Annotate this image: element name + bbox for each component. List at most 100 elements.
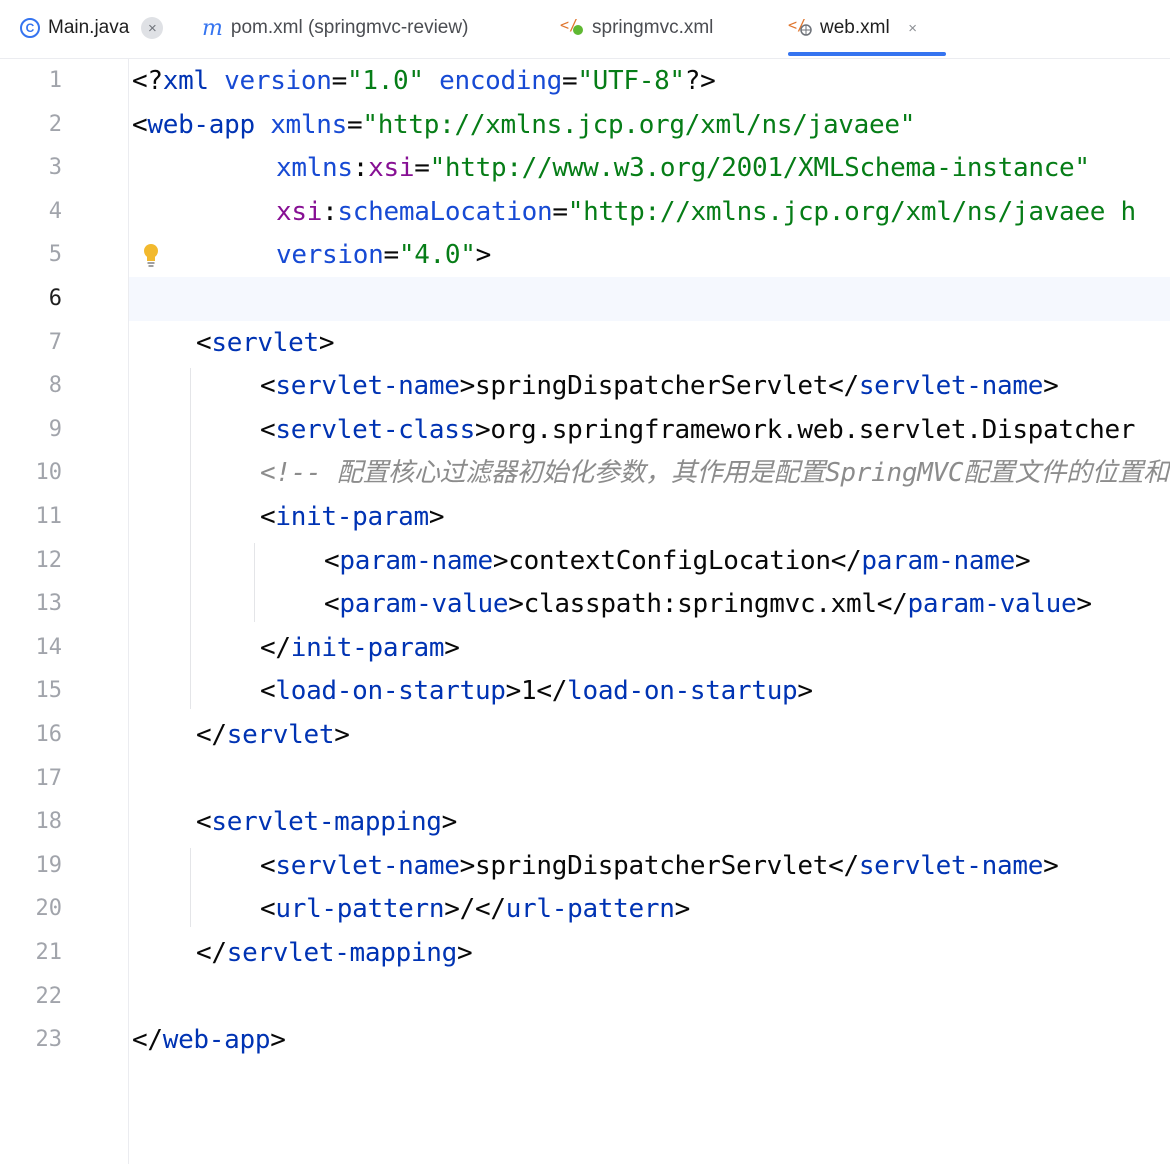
code-token: > xyxy=(459,850,476,881)
line-number[interactable]: 10 xyxy=(0,451,63,495)
code-token: </ xyxy=(260,632,291,663)
code-line[interactable]: <servlet-name>springDispatcherServlet</s… xyxy=(260,844,1059,888)
line-number[interactable]: 4 xyxy=(0,190,62,234)
code-token: encoding xyxy=(439,66,562,96)
code-token: "1.0" xyxy=(346,66,424,96)
code-line[interactable]: </servlet> xyxy=(196,713,350,757)
tab-label: Main.java xyxy=(48,17,130,38)
line-number[interactable]: 19 xyxy=(0,844,63,888)
line-number[interactable]: 3 xyxy=(0,146,62,190)
line-number[interactable]: 21 xyxy=(0,931,63,975)
line-number[interactable]: 2 xyxy=(0,103,62,147)
code-token: init-param xyxy=(275,502,429,532)
code-token: url-pattern xyxy=(275,894,445,925)
code-token: < xyxy=(132,109,148,140)
code-token: < xyxy=(260,371,276,402)
code-line[interactable]: <init-param> xyxy=(260,495,445,539)
close-icon[interactable]: × xyxy=(902,17,924,39)
code-token: servlet-name xyxy=(858,371,1044,402)
line-number[interactable]: 9 xyxy=(0,408,62,452)
code-token: </ xyxy=(196,720,227,750)
code-token: = xyxy=(346,109,363,140)
line-number[interactable]: 17 xyxy=(0,757,63,801)
line-number[interactable]: 7 xyxy=(0,321,62,365)
indent-guide xyxy=(190,847,191,927)
line-number[interactable]: 18 xyxy=(0,800,63,844)
code-token: > xyxy=(441,807,458,838)
code-token: > xyxy=(474,414,491,445)
code-token: </ xyxy=(828,850,859,881)
line-number[interactable]: 15 xyxy=(0,669,63,713)
indent-guide xyxy=(190,368,191,709)
line-number[interactable]: 22 xyxy=(0,975,63,1019)
code-token: load-on-startup xyxy=(275,676,506,707)
code-token: xsi xyxy=(276,196,323,227)
code-token: param-value xyxy=(907,589,1077,620)
code-token: servlet xyxy=(211,327,319,358)
code-token: > xyxy=(428,502,445,532)
code-line[interactable]: </servlet-mapping> xyxy=(196,931,473,975)
line-number[interactable]: 16 xyxy=(0,713,63,757)
tab-main-java[interactable]: C Main.java × xyxy=(20,0,164,56)
code-token: > xyxy=(459,371,476,402)
line-number-gutter[interactable]: 1 2 3 4 5 6 7 8 9 10 11 12 13 14 15 16 17 18 19 20 21 22 23 xyxy=(0,59,129,1164)
code-line[interactable]: <web-app xmlns="http://xmlns.jcp.org/xml… xyxy=(132,103,915,147)
code-token: xml xyxy=(162,66,209,96)
code-token: > xyxy=(1043,850,1059,881)
code-token: springDispatcherServlet xyxy=(474,371,829,402)
code-token: "http://xmlns.jcp.org/xml/ns/javaee" xyxy=(362,109,916,140)
line-number[interactable]: 13 xyxy=(0,582,63,626)
code-line[interactable]: <!-- 配置核心过滤器初始化参数，其作用是配置SpringMVC配置文件的位置… xyxy=(260,451,1170,495)
code-line[interactable]: <?xml version="1.0" encoding="UTF-8"?> xyxy=(132,59,716,103)
code-token: > xyxy=(505,676,522,707)
tab-springmvc-xml[interactable]: </ springmvc.xml xyxy=(560,0,713,56)
code-token: "http://www.w3.org/2001/XMLSchema-instan… xyxy=(429,153,1091,184)
code-editor[interactable]: 1 2 3 4 5 6 7 8 9 10 11 12 13 14 15 16 17 18 19 20 21 22 23 <?… xyxy=(0,59,1170,1164)
code-line[interactable]: xsi:schemaLocation="http://xmlns.jcp.org… xyxy=(276,190,1136,234)
code-token: </ xyxy=(828,371,859,402)
line-number[interactable]: 1 xyxy=(0,59,62,103)
close-icon[interactable]: × xyxy=(141,17,164,39)
tab-pom-xml[interactable]: m pom.xml (springmvc-review) xyxy=(202,0,468,56)
code-token: "4.0" xyxy=(398,240,476,271)
code-token: servlet-mapping xyxy=(226,938,458,968)
code-line[interactable]: <param-value>classpath:springmvc.xml</pa… xyxy=(324,582,1092,626)
line-number[interactable]: 20 xyxy=(0,887,63,931)
tab-label: pom.xml (springmvc-review) xyxy=(230,17,469,38)
code-line[interactable]: </web-app> xyxy=(132,1018,286,1062)
editor-tab-bar: C Main.java × m pom.xml (springmvc-revie… xyxy=(0,0,1170,59)
code-line[interactable]: <servlet> xyxy=(196,321,335,365)
line-number[interactable]: 6 xyxy=(0,277,62,321)
line-number[interactable]: 11 xyxy=(0,495,63,539)
code-line[interactable]: <load-on-startup>1</load-on-startup> xyxy=(260,669,813,713)
code-token: xsi xyxy=(368,153,415,184)
code-line[interactable]: <servlet-name>springDispatcherServlet</s… xyxy=(260,364,1059,408)
code-token: version xyxy=(276,240,384,271)
line-number[interactable]: 8 xyxy=(0,364,62,408)
code-token: param-value xyxy=(339,589,509,620)
code-line[interactable]: <servlet-mapping> xyxy=(196,800,457,844)
line-number[interactable]: 23 xyxy=(0,1018,63,1062)
code-line[interactable]: <servlet-class>org.springframework.web.s… xyxy=(260,408,1135,452)
code-token: : xyxy=(352,153,369,184)
code-token: <? xyxy=(132,66,163,96)
code-token: < xyxy=(196,327,212,358)
tab-web-xml[interactable]: </ web.xml × xyxy=(788,0,946,56)
code-token: servlet-name xyxy=(858,850,1044,881)
code-line[interactable]: </init-param> xyxy=(260,626,460,670)
code-token: < xyxy=(324,545,340,576)
code-token: contextConfigLocation xyxy=(508,545,831,576)
code-line[interactable]: version="4.0"> xyxy=(276,233,491,277)
line-number[interactable]: 14 xyxy=(0,626,63,670)
code-line[interactable]: <param-name>contextConfigLocation</param… xyxy=(324,539,1031,583)
code-token: = xyxy=(552,196,568,227)
code-token: url-pattern xyxy=(505,894,675,925)
code-token: version xyxy=(224,66,332,96)
code-line[interactable]: <url-pattern>/</url-pattern> xyxy=(260,887,690,931)
line-number[interactable]: 5 xyxy=(0,233,62,277)
code-line[interactable]: xmlns:xsi="http://www.w3.org/2001/XMLSch… xyxy=(276,146,1090,190)
line-number[interactable]: 12 xyxy=(0,539,63,583)
lightbulb-icon[interactable] xyxy=(141,242,161,268)
